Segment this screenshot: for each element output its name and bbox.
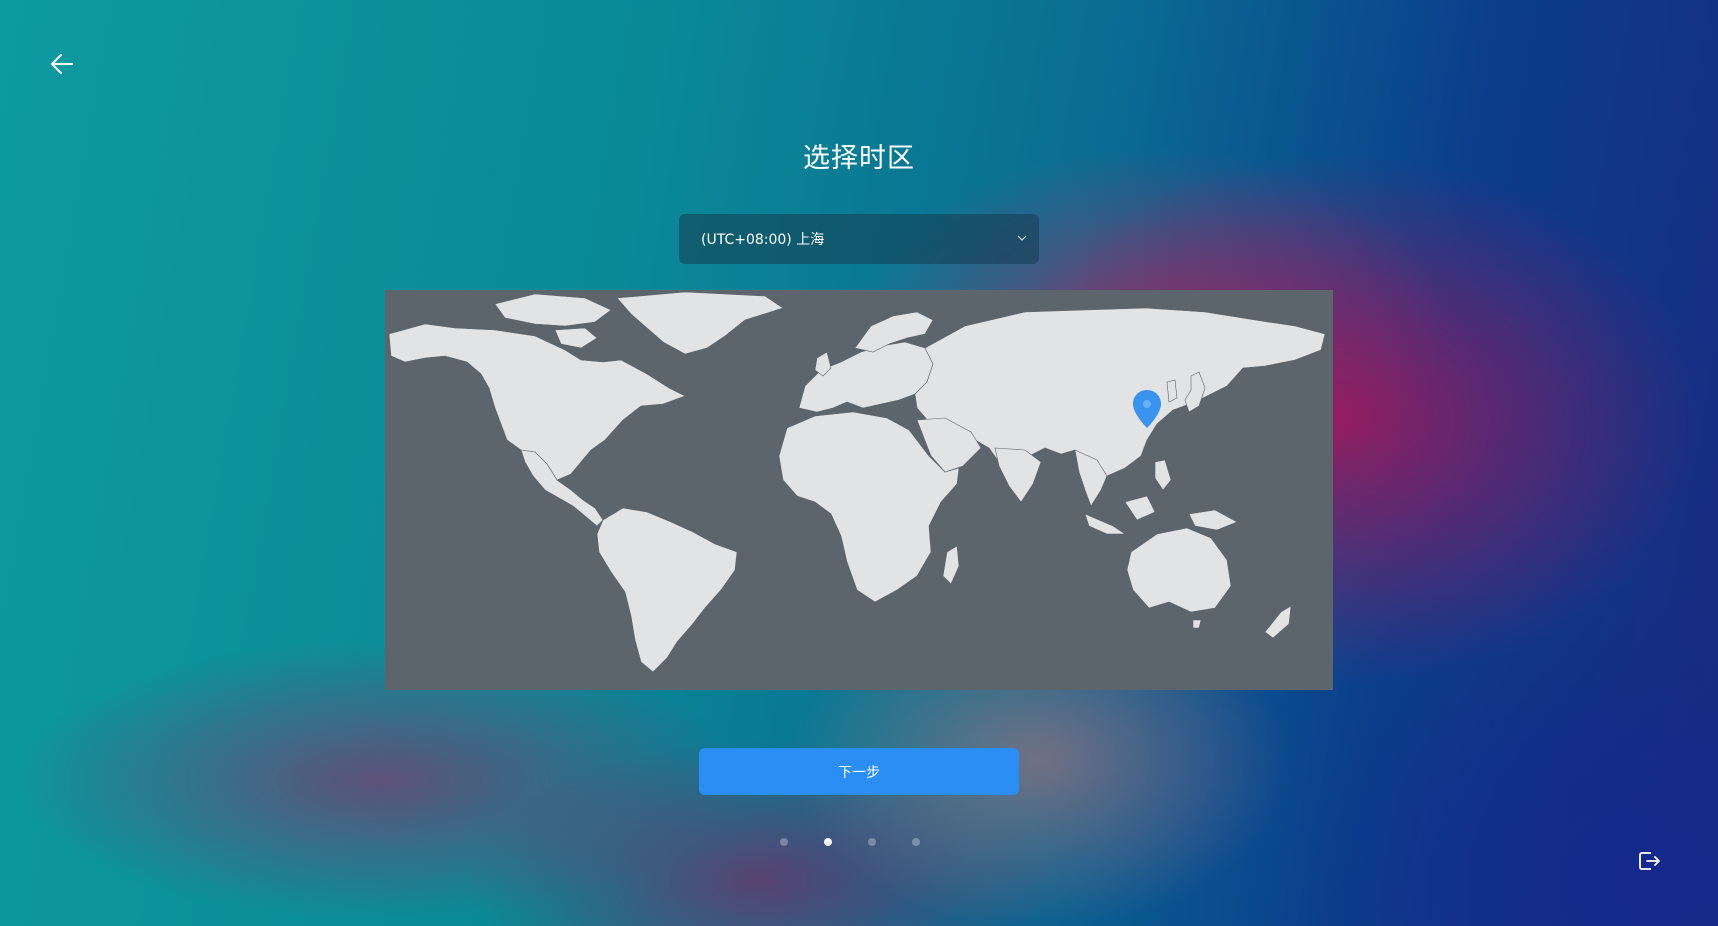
landmass-greenland [616, 291, 784, 355]
chevron-down-icon [1017, 235, 1027, 241]
back-button[interactable] [44, 46, 80, 82]
landmass-tasmania [1192, 619, 1202, 629]
landmass-philippines [1154, 459, 1172, 491]
step-dot-3[interactable] [868, 838, 876, 846]
landmass-arctic-islands-2 [554, 327, 598, 349]
timezone-select-value: (UTC+08:00) 上海 [701, 232, 825, 248]
exit-button[interactable] [1634, 846, 1664, 876]
world-map[interactable] [385, 290, 1333, 690]
landmass-australia [1126, 527, 1232, 613]
timezone-select[interactable]: (UTC+08:00) 上海 [679, 214, 1039, 264]
landmass-madagascar [942, 545, 960, 585]
landmass-india [994, 447, 1042, 503]
step-dot-1[interactable] [780, 838, 788, 846]
landmass-new-guinea [1188, 509, 1238, 531]
landmass-korea [1166, 379, 1178, 403]
landmass-south-america [596, 507, 738, 673]
landmass-new-zealand [1264, 605, 1292, 639]
arrow-left-icon [51, 54, 73, 74]
landmass-indonesia-2 [1124, 495, 1156, 521]
page-title: 选择时区 [803, 143, 915, 174]
next-button[interactable]: 下一步 [699, 748, 1019, 795]
exit-icon [1639, 852, 1660, 870]
landmass-indonesia-1 [1084, 513, 1126, 535]
step-dot-4[interactable] [912, 838, 920, 846]
step-dot-2[interactable] [824, 838, 832, 846]
step-indicator [780, 838, 920, 846]
landmass-arctic-islands [494, 293, 612, 327]
landmass-europe [798, 341, 934, 413]
